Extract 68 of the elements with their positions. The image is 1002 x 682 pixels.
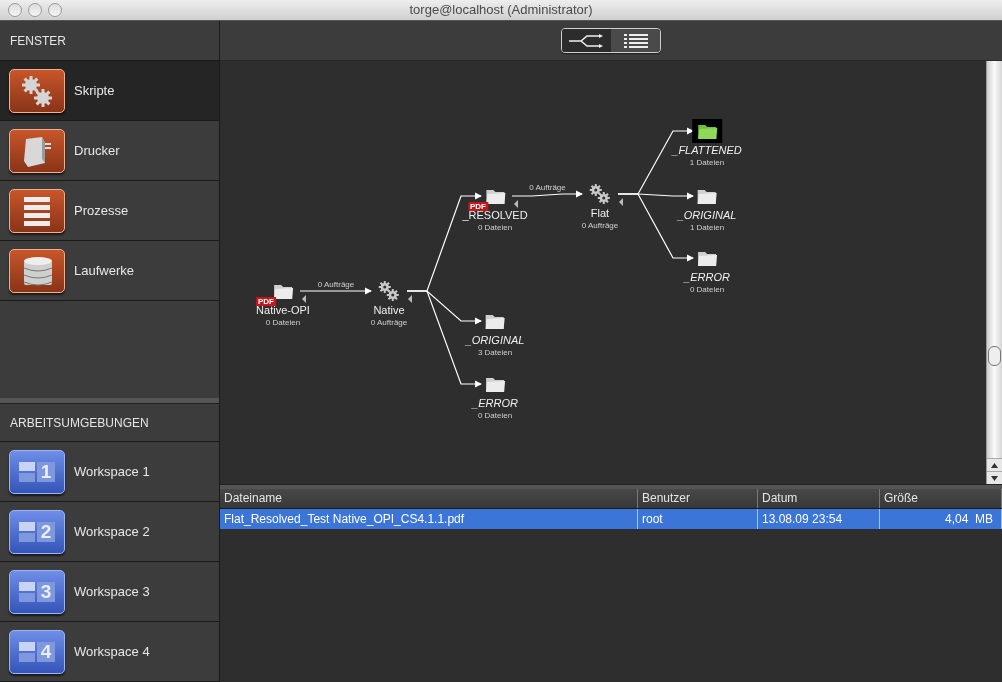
node-count: 0 Aufträge xyxy=(581,220,619,231)
table-cell: root xyxy=(638,509,758,529)
list-view-tab[interactable] xyxy=(611,29,660,52)
window-control[interactable] xyxy=(48,3,62,17)
node-name: _ORIGINAL xyxy=(677,209,737,222)
workflow-node[interactable]: PDF Native-OPI 0 Dateien xyxy=(256,279,310,328)
port-marker-icon xyxy=(514,200,518,208)
workspace-icon: 1 xyxy=(9,449,65,494)
workspace-icon: 2 xyxy=(9,509,65,554)
edge-label: 0 Aufträge xyxy=(529,183,566,193)
workflow-node[interactable]: _ORIGINAL 1 Dateien xyxy=(677,184,737,233)
column-header[interactable]: Dateiname xyxy=(220,489,638,508)
node-count: 0 Dateien xyxy=(689,284,725,295)
node-count: 1 Dateien xyxy=(689,222,725,233)
window-control[interactable] xyxy=(28,3,42,17)
port-marker-icon xyxy=(619,198,623,206)
gears-icon xyxy=(589,183,611,205)
sidebar-item[interactable]: Skripte xyxy=(0,61,219,121)
pdf-badge: PDF xyxy=(468,202,488,211)
node-count: 0 Dateien xyxy=(265,317,301,328)
list-icon xyxy=(9,188,65,233)
port-marker-icon xyxy=(302,295,306,303)
node-name: _RESOLVED xyxy=(462,209,528,222)
node-count: 1 Dateien xyxy=(689,157,725,168)
workspace-icon: 4 xyxy=(9,629,65,674)
workspace-icon: 3 xyxy=(9,569,65,614)
node-count: 0 Aufträge xyxy=(370,317,408,328)
column-header[interactable]: Datum xyxy=(758,489,880,508)
node-count: 0 Dateien xyxy=(477,410,513,421)
workflow-node[interactable]: PDF _RESOLVED 0 Dateien xyxy=(462,184,528,233)
node-name: _ERROR xyxy=(472,397,518,410)
workflow-node[interactable]: _ERROR 0 Dateien xyxy=(684,246,730,295)
window-control[interactable] xyxy=(8,3,22,17)
node-count: 0 Dateien xyxy=(477,222,513,233)
gears-icon xyxy=(378,280,400,302)
pdf-badge: PDF xyxy=(256,297,276,306)
scrollbar-thumb[interactable] xyxy=(988,346,1001,366)
table-cell: Flat_Resolved_Test Native_OPI_CS4.1.1.pdf xyxy=(220,509,638,529)
table-cell: 13.08.09 23:54 xyxy=(758,509,880,529)
view-switch[interactable] xyxy=(561,28,661,53)
node-name: _ERROR xyxy=(684,271,730,284)
node-name: _ORIGINAL xyxy=(465,334,525,347)
list-icon xyxy=(623,33,648,48)
table-cell: 4,04 MB xyxy=(880,509,1002,529)
node-name: _FLATTENED xyxy=(672,144,742,157)
column-header[interactable]: Benutzer xyxy=(638,489,758,508)
workflow-view-tab[interactable] xyxy=(562,29,611,52)
scroll-up-arrow[interactable] xyxy=(987,458,1002,471)
scrollbar[interactable] xyxy=(986,61,1002,484)
node-name: Native-OPI xyxy=(256,304,310,317)
section-header: FENSTER xyxy=(10,32,66,50)
window-title: torge@localhost (Administrator) xyxy=(409,1,593,20)
workflow-node[interactable]: _FLATTENED 1 Dateien xyxy=(672,119,742,168)
disks-icon xyxy=(9,248,65,293)
edge-label: 0 Aufträge xyxy=(317,280,355,290)
node-name: Native xyxy=(373,304,405,317)
workflow-node[interactable]: Flat 0 Aufträge xyxy=(581,182,619,231)
gears-icon xyxy=(9,68,65,113)
column-header[interactable]: Größe xyxy=(880,489,1002,508)
workflow-node[interactable]: _ERROR 0 Dateien xyxy=(472,372,518,421)
printer-icon xyxy=(9,128,65,173)
port-marker-icon xyxy=(408,295,412,303)
workflow-node[interactable]: _ORIGINAL 3 Dateien xyxy=(465,309,525,358)
node-name: Flat xyxy=(590,207,610,220)
node-count: 3 Dateien xyxy=(477,347,513,358)
table-row[interactable]: Flat_Resolved_Test Native_OPI_CS4.1.1.pdf root 13.08.09 23:54 4,04 MB xyxy=(220,509,1002,529)
workflow-node[interactable]: Native 0 Aufträge xyxy=(370,279,408,328)
section-header: ARBEITSUMGEBUNGEN xyxy=(10,414,149,432)
